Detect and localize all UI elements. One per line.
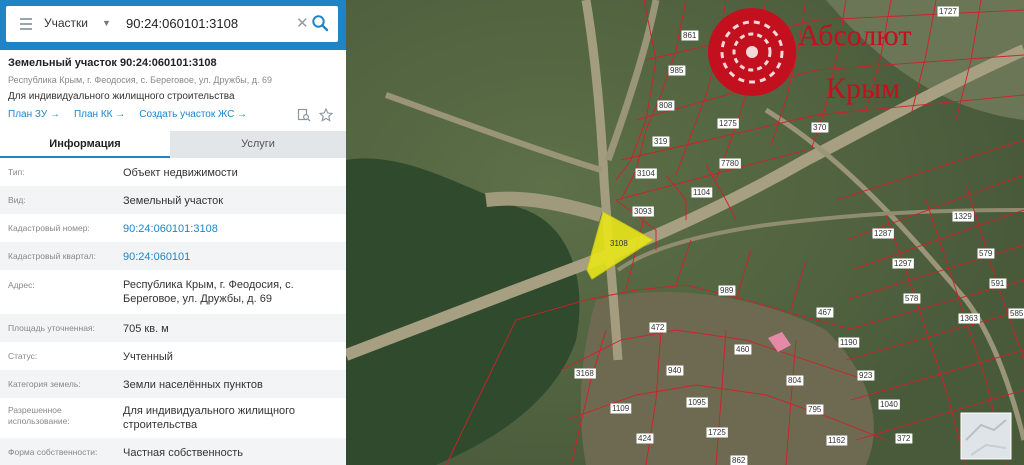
tabs: Информация Услуги: [0, 131, 346, 158]
chevron-down-icon[interactable]: ▼: [102, 18, 111, 28]
table-row: Площадь уточненная: 705 кв. м: [0, 314, 346, 342]
parcel-label: 808: [659, 101, 673, 110]
parcel-label: 940: [668, 366, 682, 375]
parcel-label: 1727: [939, 7, 957, 16]
create-parcel-link[interactable]: Создать участок ЖС →: [139, 109, 247, 120]
parcel-purpose: Для индивидуального жилищного строительс…: [8, 91, 235, 102]
parcel-label: 319: [654, 137, 668, 146]
plan-kk-link[interactable]: План КК →: [74, 109, 125, 120]
minimap[interactable]: [960, 412, 1012, 460]
parcel-label: 985: [670, 66, 684, 75]
parcel-label: 370: [813, 123, 827, 132]
satellite-map[interactable]: 3108 861 985 808 1275 319 7780 3104 1104 3093 370…: [346, 0, 1024, 465]
parcel-label: 578: [905, 294, 919, 303]
parcel-label: 460: [736, 345, 750, 354]
parcel-label: 1109: [612, 404, 630, 413]
cadastral-quarter-link[interactable]: 90:24:060101: [123, 250, 338, 264]
parcel-label: 7780: [721, 159, 739, 168]
parcel-label: 923: [859, 371, 873, 380]
tab-info[interactable]: Информация: [0, 131, 170, 158]
cadastral-number-link[interactable]: 90:24:060101:3108: [123, 222, 338, 236]
parcel-label: 1162: [828, 436, 846, 445]
clear-icon[interactable]: ✕: [296, 14, 309, 32]
row-value: 705 кв. м: [123, 323, 169, 335]
parcel-label: 1287: [874, 229, 892, 238]
selected-parcel-label: 3108: [610, 239, 628, 248]
row-label: Категория земель:: [8, 379, 81, 389]
tab-services[interactable]: Услуги: [170, 131, 346, 158]
row-value: Частная собственность: [123, 447, 244, 459]
search-input[interactable]: 90:24:060101:3108: [126, 16, 238, 31]
layers-icon[interactable]: [20, 18, 32, 30]
row-label: Вид:: [8, 195, 26, 205]
parcel-label: 467: [818, 308, 832, 317]
table-row: Тип: Объект недвижимости: [0, 158, 346, 186]
table-row: Кадастровый квартал: 90:24:060101: [0, 242, 346, 270]
logo-line2: Крым: [826, 72, 900, 105]
table-row: Статус: Учтенный: [0, 342, 346, 370]
search-box: Участки ▼ 90:24:060101:3108 ✕: [6, 6, 338, 42]
parcel-label: 585: [1010, 309, 1024, 318]
parcel-label: 1297: [894, 259, 912, 268]
parcel-label: 1095: [688, 398, 706, 407]
parcel-label: 1275: [719, 119, 737, 128]
parcel-label: 989: [720, 286, 734, 295]
action-icons: [297, 108, 337, 122]
table-row: Кадастровый номер: 90:24:060101:3108: [0, 214, 346, 242]
parcel-label: 3168: [576, 369, 594, 378]
parcel-label: 424: [638, 434, 652, 443]
row-value: Для индивидуального жилищного строительс…: [123, 405, 296, 431]
parcel-label: 1725: [708, 428, 726, 437]
parcel-label: 1104: [693, 188, 711, 197]
search-icon[interactable]: [311, 14, 329, 32]
row-label: Статус:: [8, 351, 38, 361]
parcel-label: 591: [991, 279, 1005, 288]
parcel-label: 795: [808, 405, 822, 414]
search-type-select[interactable]: Участки: [44, 16, 88, 30]
parcel-title: Земельный участок 90:24:060101:3108: [8, 57, 217, 69]
action-links: План ЗУ → План КК → Создать участок ЖС →: [8, 109, 261, 120]
row-label: Форма собственности:: [8, 447, 98, 457]
parcel-label: 1363: [960, 314, 978, 323]
info-panel: Участки ▼ 90:24:060101:3108 ✕ Земельный …: [0, 0, 346, 465]
parcel-label: 862: [732, 456, 746, 465]
map-canvas[interactable]: 3108 861 985 808 1275 319 7780 3104 1104 3093 370…: [346, 0, 1024, 465]
parcel-label: 472: [651, 323, 665, 332]
parcel-label: 1190: [840, 338, 858, 347]
row-value: Республика Крым, г. Феодосия, с. Берегов…: [123, 279, 294, 305]
table-row: Адрес: Республика Крым, г. Феодосия, с. …: [0, 270, 346, 314]
parcel-address-short: Республика Крым, г. Феодосия, с. Берегов…: [8, 75, 273, 85]
table-row: Разрешенное использование: Для индивидуа…: [0, 398, 346, 438]
row-value: Учтенный: [123, 351, 173, 363]
plan-zu-link[interactable]: План ЗУ →: [8, 109, 60, 120]
table-row: Категория земель: Земли населённых пункт…: [0, 370, 346, 398]
row-label: Тип:: [8, 167, 25, 177]
search-document-icon[interactable]: [297, 108, 311, 122]
row-label: Адрес:: [8, 280, 35, 290]
table-row: Форма собственности: Частная собственнос…: [0, 438, 346, 465]
parcel-label: 804: [788, 376, 802, 385]
parcel-label: 579: [979, 249, 993, 258]
row-value: Объект недвижимости: [123, 167, 238, 179]
star-icon[interactable]: [319, 108, 333, 122]
search-bar: Участки ▼ 90:24:060101:3108 ✕: [0, 0, 346, 50]
properties-table: Тип: Объект недвижимости Вид: Земельный …: [0, 158, 346, 465]
row-value: Земельный участок: [123, 195, 224, 207]
table-row: Вид: Земельный участок: [0, 186, 346, 214]
parcel-label: 3104: [637, 169, 655, 178]
logo-line1: Абсолют: [798, 19, 911, 52]
parcel-label: 1329: [954, 212, 972, 221]
parcel-label: 1040: [880, 400, 898, 409]
row-label: Кадастровый квартал:: [8, 251, 96, 261]
parcel-label: 861: [683, 31, 697, 40]
parcel-label: 3093: [634, 207, 652, 216]
parcel-label: 372: [897, 434, 911, 443]
row-label: Площадь уточненная:: [8, 323, 95, 333]
row-label: Кадастровый номер:: [8, 223, 90, 233]
row-label: Разрешенное использование:: [8, 405, 70, 426]
row-value: Земли населённых пунктов: [123, 379, 263, 391]
